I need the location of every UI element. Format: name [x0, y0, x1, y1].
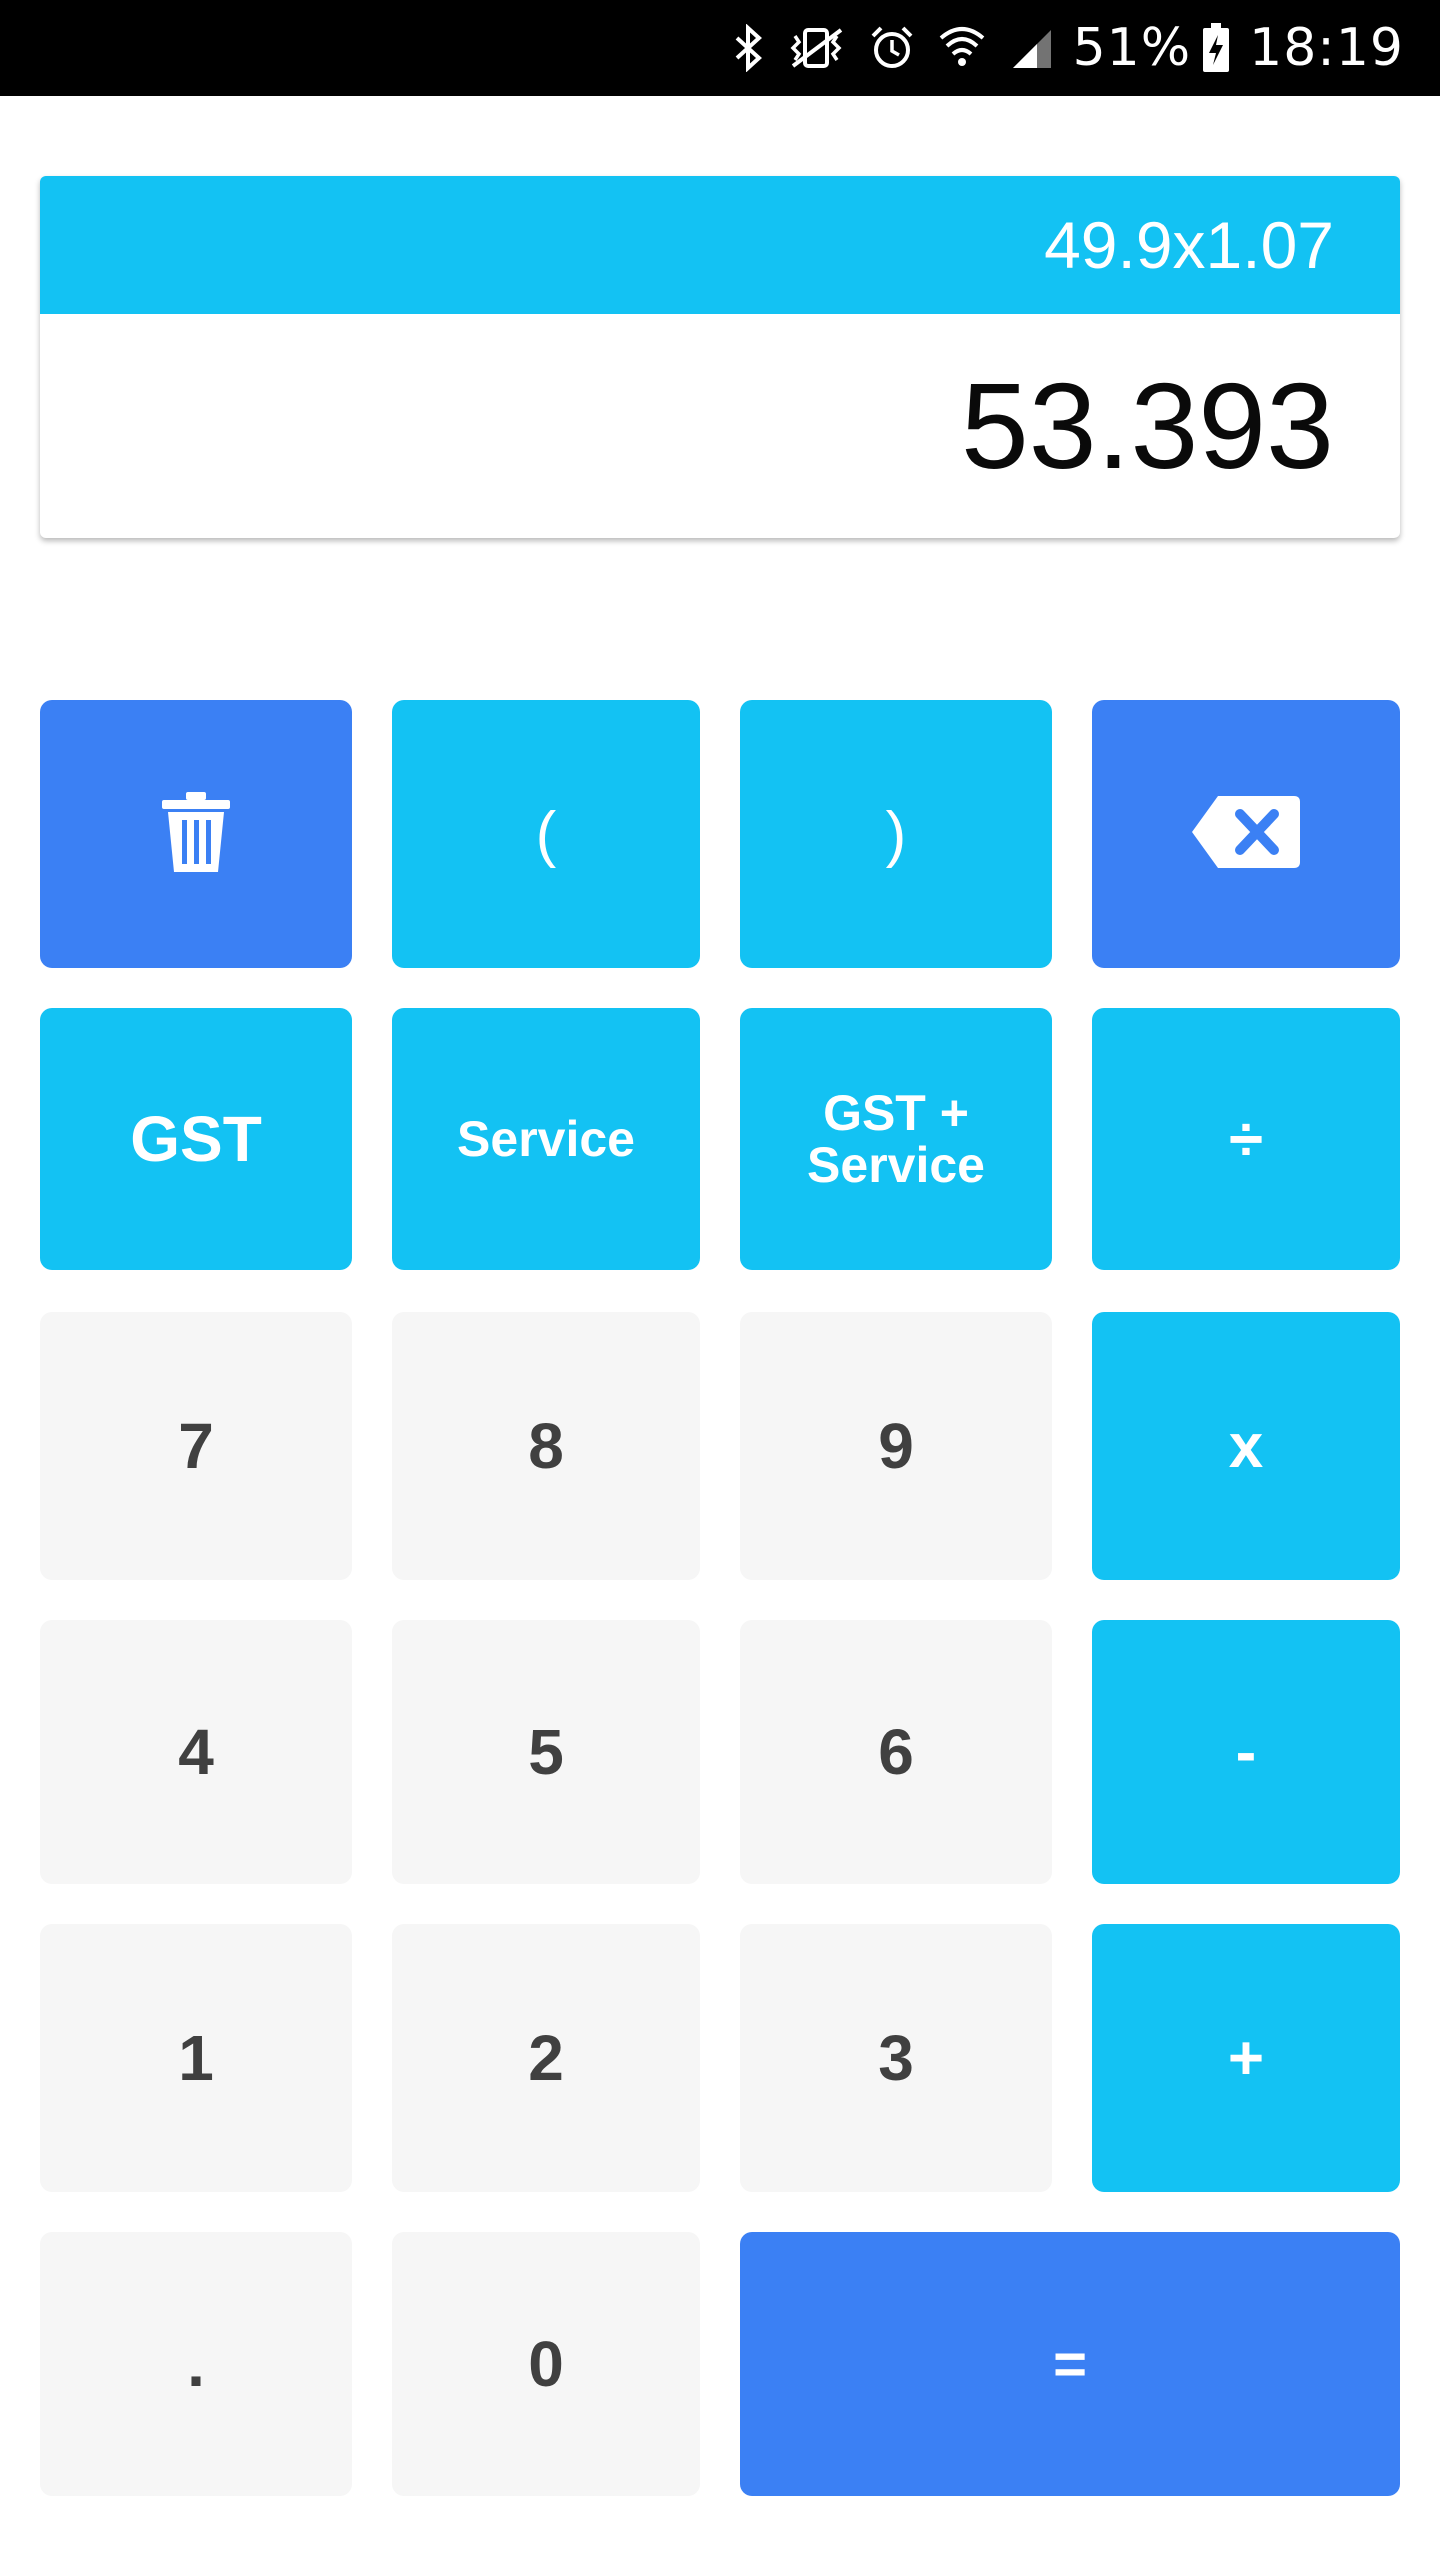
digit-7-label: 7: [178, 1410, 214, 1482]
gst-service-button[interactable]: GST + Service: [740, 1008, 1052, 1270]
digit-8-button[interactable]: 8: [392, 1312, 700, 1580]
gst-service-label: GST + Service: [807, 1087, 985, 1191]
digit-2-label: 2: [528, 2022, 564, 2094]
digit-6-label: 6: [878, 1716, 914, 1788]
digit-9-button[interactable]: 9: [740, 1312, 1052, 1580]
digit-6-button[interactable]: 6: [740, 1620, 1052, 1884]
result-area: 53.393: [40, 314, 1400, 538]
digit-0-button[interactable]: 0: [392, 2232, 700, 2496]
digit-8-label: 8: [528, 1410, 564, 1482]
gst-label: GST: [130, 1103, 262, 1175]
gst-service-label-line2: Service: [807, 1137, 985, 1193]
add-label: +: [1227, 2023, 1265, 2093]
add-button[interactable]: +: [1092, 1924, 1400, 2192]
backspace-icon: [1190, 794, 1302, 875]
digit-2-button[interactable]: 2: [392, 1924, 700, 2192]
divide-button[interactable]: ÷: [1092, 1008, 1400, 1270]
open-paren-button[interactable]: (: [392, 700, 700, 968]
clock: 18:19: [1249, 18, 1404, 78]
multiply-label: x: [1228, 1411, 1264, 1481]
digit-7-button[interactable]: 7: [40, 1312, 352, 1580]
service-button[interactable]: Service: [392, 1008, 700, 1270]
digit-0-label: 0: [528, 2328, 564, 2400]
digit-3-button[interactable]: 3: [740, 1924, 1052, 2192]
expression-text: 49.9x1.07: [1044, 208, 1334, 282]
decimal-button[interactable]: .: [40, 2232, 352, 2496]
equals-label: =: [1053, 2331, 1087, 2397]
trash-icon: [158, 790, 234, 879]
result-text: 53.393: [960, 358, 1334, 494]
close-paren-button[interactable]: ): [740, 700, 1052, 968]
bluetooth-icon: [733, 24, 763, 72]
digit-5-button[interactable]: 5: [392, 1620, 700, 1884]
decimal-label: .: [187, 2328, 205, 2400]
expression-bar: 49.9x1.07: [40, 176, 1400, 314]
clear-button[interactable]: [40, 700, 352, 968]
gst-button[interactable]: GST: [40, 1008, 352, 1270]
wifi-icon: [937, 24, 987, 72]
service-label: Service: [457, 1111, 635, 1167]
equals-button[interactable]: =: [740, 2232, 1400, 2496]
digit-4-button[interactable]: 4: [40, 1620, 352, 1884]
backspace-button[interactable]: [1092, 700, 1400, 968]
gst-service-label-line1: GST +: [823, 1085, 969, 1141]
alarm-icon: [869, 24, 915, 72]
digit-4-label: 4: [178, 1716, 214, 1788]
open-paren-label: (: [535, 799, 557, 869]
digit-3-label: 3: [878, 2022, 914, 2094]
divide-label: ÷: [1228, 1104, 1264, 1174]
digit-5-label: 5: [528, 1716, 564, 1788]
subtract-button[interactable]: -: [1092, 1620, 1400, 1884]
signal-icon: [1009, 24, 1055, 72]
multiply-button[interactable]: x: [1092, 1312, 1400, 1580]
close-paren-label: ): [885, 799, 907, 869]
calculator-display: 49.9x1.07 53.393: [40, 176, 1400, 538]
subtract-label: -: [1235, 1717, 1257, 1787]
battery-percentage: 51%: [1072, 18, 1192, 78]
battery-charging-icon: [1201, 23, 1231, 73]
digit-1-label: 1: [178, 2022, 214, 2094]
digit-1-button[interactable]: 1: [40, 1924, 352, 2192]
digit-9-label: 9: [878, 1410, 914, 1482]
status-bar: 51% 18:19: [0, 0, 1440, 96]
vibrate-icon: [785, 24, 847, 72]
